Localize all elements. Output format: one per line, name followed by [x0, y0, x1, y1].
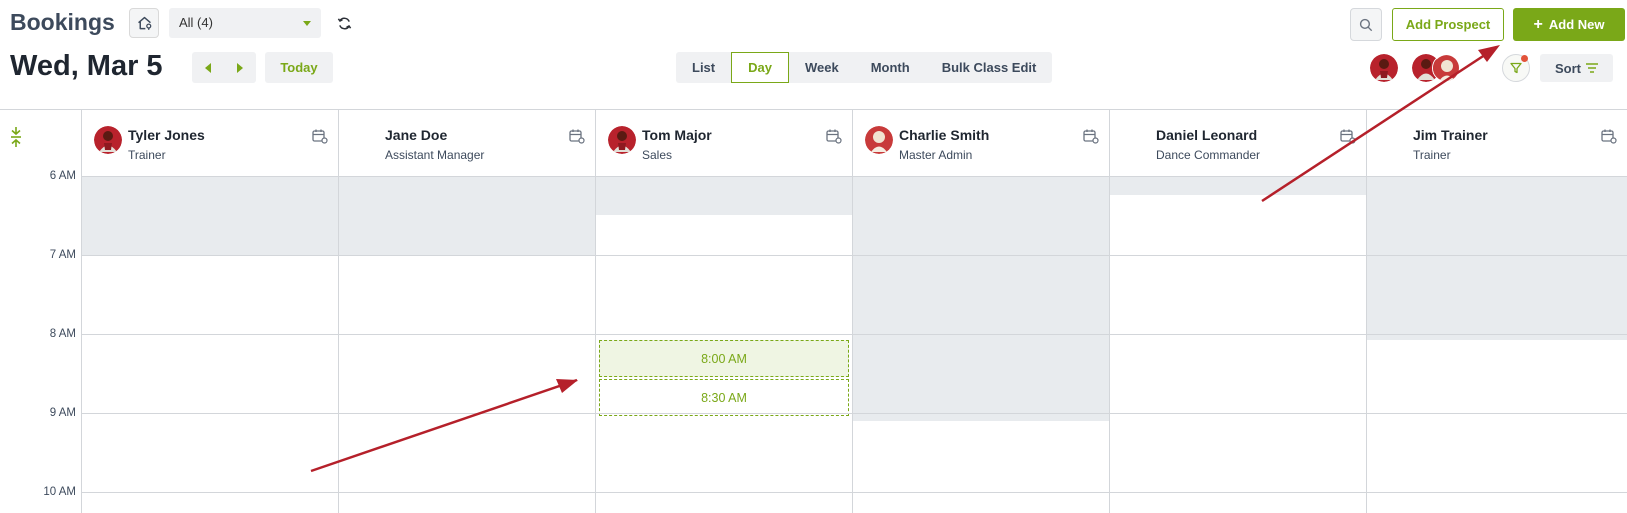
staff-name: Charlie Smith [899, 127, 990, 143]
sort-button[interactable]: Sort [1540, 54, 1613, 82]
staff-avatar [94, 126, 122, 154]
tab-bulk-class-edit[interactable]: Bulk Class Edit [926, 52, 1053, 83]
staff-column-body[interactable] [1109, 176, 1366, 513]
tab-week[interactable]: Week [789, 52, 855, 83]
hour-line [81, 334, 1627, 335]
unavailable-block [1110, 176, 1366, 195]
time-slot-selected[interactable]: 8:00 AM [599, 340, 849, 377]
avatar [608, 126, 636, 154]
header-divider [81, 176, 1627, 177]
current-date-title: Wed, Mar 5 [10, 50, 163, 82]
staff-role: Sales [642, 148, 673, 162]
unavailable-block [339, 176, 595, 255]
hour-line [81, 413, 1627, 414]
refresh-icon [337, 17, 351, 29]
time-label: 7 AM [49, 249, 76, 261]
staff-avatar [608, 126, 636, 154]
add-prospect-button[interactable]: Add Prospect [1392, 8, 1504, 41]
calendar-settings-icon[interactable] [1601, 128, 1617, 144]
staff-column-body[interactable] [81, 176, 338, 513]
staff-column-header: Tyler Jones Trainer [81, 110, 338, 176]
staff-column-header: Tom Major Sales [595, 110, 852, 176]
staff-column-header: Daniel Leonard Dance Commander [1109, 110, 1366, 176]
avatar [1370, 54, 1398, 82]
unavailable-block [596, 176, 852, 215]
time-label: 6 AM [49, 170, 76, 182]
time-slot[interactable]: 8:30 AM [599, 379, 849, 416]
calendar-settings-icon[interactable] [1083, 128, 1099, 144]
staff-avatar [865, 126, 893, 154]
home-pin-icon [137, 16, 151, 30]
staff-column-header: Jane Doe Assistant Manager [338, 110, 595, 176]
chevron-right-icon [237, 62, 243, 73]
calendar-settings-icon[interactable] [312, 128, 328, 144]
staff-column-body[interactable] [852, 176, 1109, 513]
staff-role: Trainer [1413, 148, 1451, 162]
search-icon [1359, 18, 1373, 31]
unavailable-block [82, 176, 338, 255]
time-label: 10 AM [43, 486, 76, 498]
staff-role: Assistant Manager [385, 148, 485, 162]
filter-active-dot [1521, 55, 1528, 62]
filter-icon [1510, 62, 1522, 74]
day-calendar: 6 AM 7 AM 8 AM 9 AM 10 AM Tyler Jones Tr… [0, 109, 1627, 513]
staff-column-body[interactable] [338, 176, 595, 513]
staff-column-header: Charlie Smith Master Admin [852, 110, 1109, 176]
time-label: 8 AM [49, 328, 76, 340]
staff-role: Trainer [128, 148, 166, 162]
calendar-settings-icon[interactable] [569, 128, 585, 144]
refresh-button[interactable] [334, 13, 354, 33]
add-new-label: Add New [1548, 17, 1605, 32]
staff-role: Master Admin [899, 148, 973, 162]
avatar [865, 126, 893, 154]
staff-column-body[interactable]: 8:00 AM 8:30 AM [595, 176, 852, 513]
staff-column-body[interactable] [1366, 176, 1627, 513]
hour-line [81, 492, 1627, 493]
staff-column-header: Jim Trainer Trainer [1366, 110, 1627, 176]
staff-name: Daniel Leonard [1156, 127, 1258, 143]
sort-icon [1586, 63, 1598, 73]
previous-day-button[interactable] [192, 52, 224, 83]
view-switcher: List Day Week Month Bulk Class Edit [676, 52, 1053, 83]
calendar-settings-icon[interactable] [826, 128, 842, 144]
tab-list[interactable]: List [676, 52, 731, 83]
calendar-settings-icon[interactable] [1340, 128, 1356, 144]
unavailable-block [853, 176, 1109, 421]
staff-name: Jim Trainer [1413, 127, 1488, 143]
tab-month[interactable]: Month [855, 52, 926, 83]
add-new-button[interactable]: + Add New [1513, 8, 1625, 41]
staff-name: Tom Major [642, 127, 712, 143]
collapse-rows-icon[interactable] [7, 126, 25, 148]
today-button[interactable]: Today [265, 52, 333, 83]
staff-avatar-filter[interactable] [1432, 54, 1460, 82]
top-header: Bookings All (4) Add Prospect + Add New [0, 0, 1627, 46]
tab-day[interactable]: Day [731, 52, 789, 83]
staff-name: Tyler Jones [128, 127, 205, 143]
plus-icon: + [1533, 15, 1543, 33]
staff-avatar-filter[interactable] [1370, 54, 1398, 82]
staff-role: Dance Commander [1156, 148, 1261, 162]
search-button[interactable] [1350, 8, 1382, 41]
page-title: Bookings [10, 9, 115, 35]
chevron-left-icon [205, 62, 211, 73]
sort-label: Sort [1555, 60, 1581, 76]
hour-line [81, 255, 1627, 256]
unavailable-block [1367, 176, 1627, 340]
location-select-value: All (4) [179, 15, 213, 30]
time-label: 9 AM [49, 407, 76, 419]
chevron-down-icon [303, 21, 311, 26]
annotation-arrowhead [1478, 45, 1500, 62]
avatar [94, 126, 122, 154]
next-day-button[interactable] [224, 52, 256, 83]
location-select[interactable]: All (4) [169, 8, 321, 38]
avatar [1433, 55, 1459, 81]
location-home-button[interactable] [129, 8, 159, 38]
staff-name: Jane Doe [385, 127, 448, 143]
